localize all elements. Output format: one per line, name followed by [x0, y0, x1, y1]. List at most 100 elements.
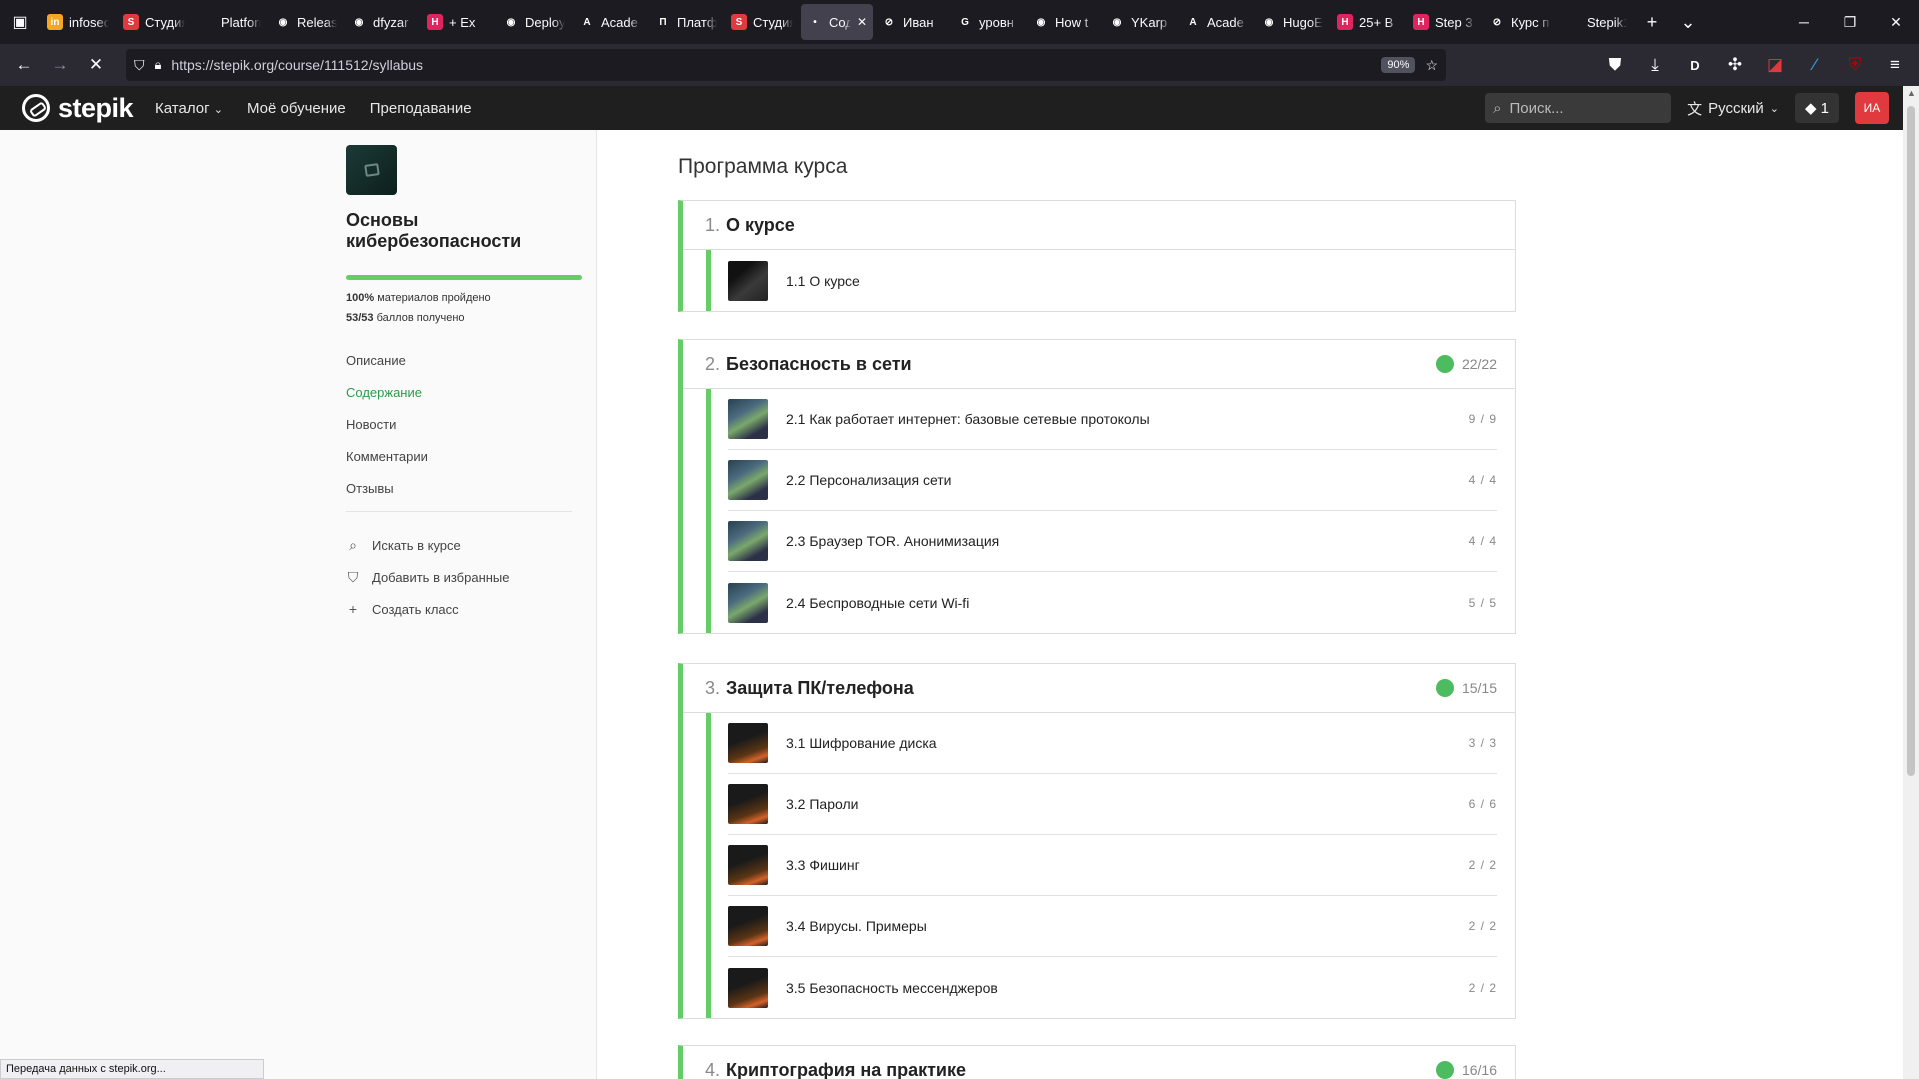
lesson-title[interactable]: 2.1 Как работает интернет: базовые сетев…	[786, 411, 1469, 427]
course-title[interactable]: Основы кибербезопасности	[346, 210, 546, 252]
lesson-row[interactable]: 2.2 Персонализация сети 4 / 4	[728, 450, 1497, 511]
lesson-title[interactable]: 3.4 Вирусы. Примеры	[786, 918, 1469, 934]
nav-my-learning[interactable]: Моё обучение	[247, 100, 346, 117]
lesson-title[interactable]: 3.5 Безопасность мессенджеров	[786, 980, 1469, 996]
lesson-row[interactable]: 3.2 Пароли 6 / 6	[728, 774, 1497, 835]
lesson-row[interactable]: 2.1 Как работает интернет: базовые сетев…	[728, 389, 1497, 450]
lesson-title[interactable]: 2.2 Персонализация сети	[786, 472, 1469, 488]
section-header[interactable]: 1. О курсе	[683, 201, 1515, 250]
menu-description[interactable]: Описание	[346, 345, 572, 377]
lesson-title[interactable]: 1.1 О курсе	[786, 273, 1497, 289]
search-in-course-button[interactable]: ⌕ Искать в курсе	[346, 529, 510, 561]
browser-tab[interactable]: Stepik1_re	[1559, 4, 1633, 40]
browser-tab[interactable]: H + Ex	[421, 4, 495, 40]
new-tab-icon[interactable]: +	[1634, 12, 1670, 33]
lock-icon[interactable]: 🔒︎	[155, 57, 162, 73]
lesson-thumbnail[interactable]	[728, 906, 768, 946]
browser-tab[interactable]: S Студия	[117, 4, 191, 40]
browser-tab[interactable]: in infosec	[41, 4, 115, 40]
lesson-title[interactable]: 2.3 Браузер TOR. Анонимизация	[786, 533, 1469, 549]
tab-overview-icon[interactable]: ▣	[0, 0, 40, 44]
browser-tab[interactable]: • Сод ✕	[801, 4, 873, 40]
section-header[interactable]: 4. Криптография на практике 16/16	[683, 1046, 1515, 1079]
downloads-icon[interactable]: ⤓	[1639, 49, 1671, 81]
lesson-title[interactable]: 3.1 Шифрование диска	[786, 735, 1469, 751]
lesson-title[interactable]: 2.4 Беспроводные сети Wi-fi	[786, 595, 1469, 611]
lesson-title[interactable]: 3.3 Фишинг	[786, 857, 1469, 873]
menu-comments[interactable]: Комментарии	[346, 441, 572, 473]
lesson-thumbnail[interactable]	[728, 460, 768, 500]
app-menu-icon[interactable]: ≡	[1879, 49, 1911, 81]
lesson-title[interactable]: 3.2 Пароли	[786, 796, 1469, 812]
browser-tab[interactable]: Gуровн	[951, 4, 1025, 40]
page-scrollbar[interactable]: ▲	[1903, 86, 1919, 1079]
lesson-row[interactable]: 2.4 Беспроводные сети Wi-fi 5 / 5	[728, 572, 1497, 633]
section-header[interactable]: 2. Безопасность в сети 22/22	[683, 340, 1515, 389]
minimize-icon[interactable]: ─	[1781, 14, 1827, 31]
lesson-thumbnail[interactable]	[728, 399, 768, 439]
browser-tab[interactable]: ◉ How t	[1027, 4, 1101, 40]
pocket-icon[interactable]: ⛊	[1599, 49, 1631, 81]
lesson-row[interactable]: 3.1 Шифрование диска 3 / 3	[728, 713, 1497, 774]
scroll-up-icon[interactable]: ▲	[1907, 88, 1916, 98]
lesson-row[interactable]: 1.1 О курсе	[728, 250, 1497, 311]
lesson-row[interactable]: 2.3 Браузер TOR. Анонимизация 4 / 4	[728, 511, 1497, 572]
browser-tab[interactable]: H 25+ B	[1331, 4, 1405, 40]
search-input[interactable]: ⌕ Поиск...	[1485, 93, 1672, 123]
section-header[interactable]: 3. Защита ПК/телефона 15/15	[683, 664, 1515, 713]
browser-tab[interactable]: ◉ HugoE	[1255, 4, 1329, 40]
lesson-row[interactable]: 3.4 Вирусы. Примеры 2 / 2	[728, 896, 1497, 957]
ublock-icon[interactable]: ⛨	[1839, 49, 1871, 81]
extensions-icon[interactable]: ✣	[1719, 49, 1751, 81]
browser-tab[interactable]: ◉ YKarp	[1103, 4, 1177, 40]
account-icon[interactable]: D	[1679, 49, 1711, 81]
scrollbar-thumb[interactable]	[1907, 106, 1915, 776]
url-text[interactable]: https://stepik.org/course/111512/syllabu…	[171, 57, 1371, 73]
browser-tab[interactable]: ⊘ Курс п	[1483, 4, 1557, 40]
lesson-thumbnail[interactable]	[728, 967, 768, 1008]
extension-red-icon[interactable]: ◪	[1759, 49, 1791, 81]
avatar[interactable]: ИА	[1855, 92, 1889, 124]
tracking-shield-icon[interactable]: ⛉	[134, 57, 145, 74]
browser-tab[interactable]: ⊘ Иван	[875, 4, 949, 40]
course-cover-image[interactable]	[346, 145, 397, 195]
browser-tab[interactable]: Platform S	[193, 4, 267, 40]
stop-loading-icon[interactable]: ✕	[80, 49, 112, 81]
bookmark-star-icon[interactable]: ☆	[1425, 57, 1438, 74]
menu-news[interactable]: Новости	[346, 409, 572, 441]
lesson-thumbnail[interactable]	[728, 845, 768, 885]
notifications-button[interactable]: ◆ 1	[1795, 93, 1839, 123]
language-selector[interactable]: 文 Русский ⌄	[1687, 98, 1779, 119]
lesson-thumbnail[interactable]	[728, 784, 768, 824]
browser-tab[interactable]: A Acade	[1179, 4, 1253, 40]
browser-tab[interactable]: ◉ Deploy	[497, 4, 571, 40]
list-all-tabs-icon[interactable]: ⌄	[1670, 12, 1706, 33]
browser-tab[interactable]: H Step 3	[1407, 4, 1481, 40]
browser-tab[interactable]: A Acade	[573, 4, 647, 40]
lesson-thumbnail[interactable]	[728, 582, 768, 623]
address-bar[interactable]: ⛉ 🔒︎ https://stepik.org/course/111512/sy…	[126, 49, 1446, 81]
create-class-button[interactable]: + Создать класс	[346, 593, 510, 625]
menu-contents[interactable]: Содержание	[346, 377, 572, 409]
lesson-thumbnail[interactable]	[728, 723, 768, 763]
stepik-logo[interactable]: stepik	[22, 93, 134, 124]
add-to-favorites-button[interactable]: ⛉ Добавить в избранные	[346, 561, 510, 593]
browser-tab[interactable]: ◉ Release	[269, 4, 343, 40]
menu-reviews[interactable]: Отзывы	[346, 473, 572, 505]
close-window-icon[interactable]: ✕	[1873, 14, 1919, 31]
nav-teaching[interactable]: Преподавание	[370, 100, 472, 117]
restore-icon[interactable]: ❐	[1827, 14, 1873, 31]
lesson-row[interactable]: 3.3 Фишинг 2 / 2	[728, 835, 1497, 896]
zoom-level[interactable]: 90%	[1381, 57, 1416, 73]
lesson-thumbnail[interactable]	[728, 521, 768, 561]
extension-translate-icon[interactable]: ⁄	[1799, 49, 1831, 81]
browser-tab[interactable]: ◉ dfyzar	[345, 4, 419, 40]
close-tab-icon[interactable]: ✕	[857, 15, 867, 29]
lesson-row[interactable]: 3.5 Безопасность мессенджеров 2 / 2	[728, 957, 1497, 1018]
browser-tab[interactable]: S Студия	[725, 4, 799, 40]
back-icon[interactable]: ←	[8, 49, 40, 81]
lesson-thumbnail[interactable]	[728, 260, 768, 301]
forward-icon[interactable]: →	[44, 49, 76, 81]
browser-tab[interactable]: П Платф	[649, 4, 723, 40]
nav-catalog[interactable]: Каталог ⌄	[155, 100, 223, 117]
